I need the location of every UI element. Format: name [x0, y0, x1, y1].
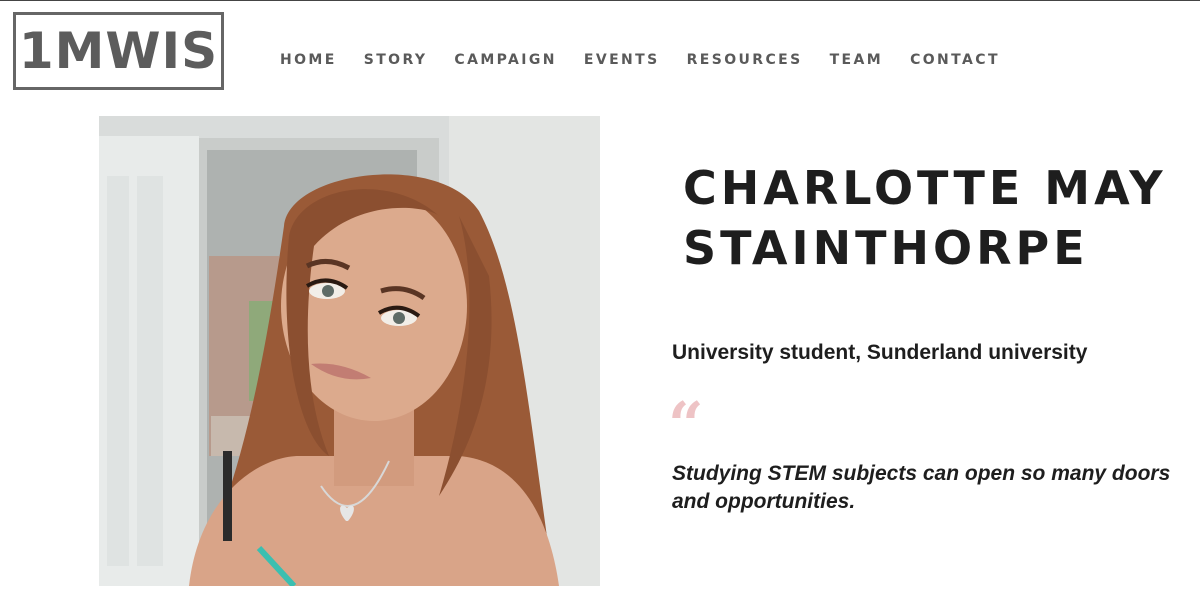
logo-text: 1MWIS: [18, 22, 219, 80]
profile-role: University student, Sunderland universit…: [672, 341, 1088, 364]
name-line-2: STAINTHORPE: [683, 221, 1089, 275]
nav-events[interactable]: EVENTS: [584, 52, 660, 68]
nav-campaign[interactable]: CAMPAIGN: [454, 52, 556, 68]
profile-quote: Studying STEM subjects can open so many …: [672, 462, 1171, 513]
nav-team[interactable]: TEAM: [830, 52, 883, 68]
nav-home[interactable]: HOME: [280, 52, 337, 68]
site-logo[interactable]: 1MWIS: [13, 12, 224, 90]
main-nav: HOME STORY CAMPAIGN EVENTS RESOURCES TEA…: [280, 52, 1027, 68]
profile-name: CHARLOTTE MAY STAINTHORPE: [683, 158, 1167, 278]
name-line-1: CHARLOTTE MAY: [683, 161, 1167, 215]
top-border: [0, 0, 1200, 1]
nav-resources[interactable]: RESOURCES: [687, 52, 803, 68]
nav-contact[interactable]: CONTACT: [910, 52, 1000, 68]
quote-mark-icon: “: [668, 388, 704, 461]
profile-photo: [99, 116, 600, 586]
nav-story[interactable]: STORY: [364, 52, 428, 68]
